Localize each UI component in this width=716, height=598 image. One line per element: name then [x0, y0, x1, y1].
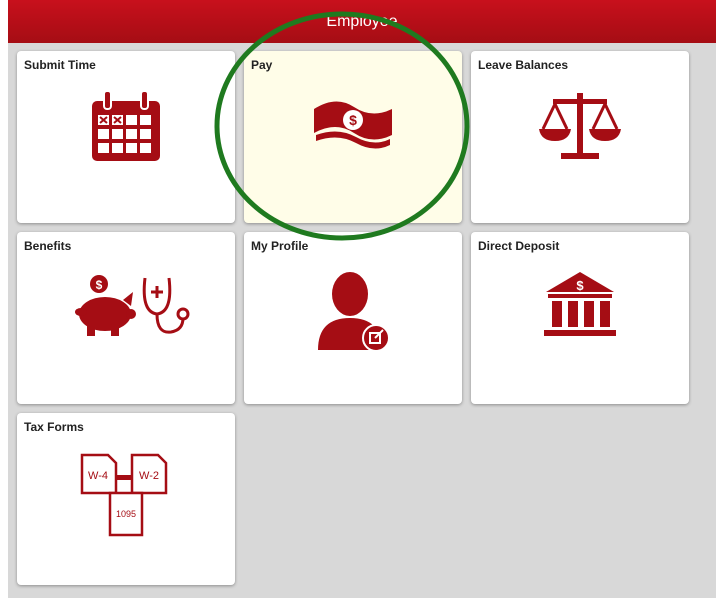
tile-title: Direct Deposit	[478, 239, 560, 253]
piggy-bank-stethoscope-icon: $	[75, 275, 190, 336]
bank-icon: $	[544, 272, 616, 336]
tile-title: My Profile	[251, 239, 309, 253]
tile-tax-forms[interactable]: Tax Forms W-4 W-2 1095	[17, 413, 235, 585]
tile-pay[interactable]: Pay $	[244, 51, 462, 223]
tile-benefits[interactable]: Benefits $	[17, 232, 235, 404]
svg-text:$: $	[96, 278, 103, 292]
tile-title: Tax Forms	[24, 420, 84, 434]
tile-title: Submit Time	[24, 58, 96, 72]
tile-direct-deposit[interactable]: Direct Deposit $	[471, 232, 689, 404]
page-title: Employee	[326, 13, 398, 30]
tax-form-1095-label: 1095	[116, 509, 136, 519]
tile-submit-time[interactable]: Submit Time	[17, 51, 235, 223]
money-icon: $	[314, 101, 392, 149]
tax-form-w2-label: W-2	[139, 470, 159, 482]
tile-title: Benefits	[24, 239, 72, 253]
person-icon	[318, 272, 390, 352]
svg-text:$: $	[349, 112, 357, 128]
tax-forms-icon: W-4 W-2 1095	[80, 453, 168, 537]
tile-my-profile[interactable]: My Profile	[244, 232, 462, 404]
scales-icon	[539, 93, 621, 159]
tile-leave-balances[interactable]: Leave Balances	[471, 51, 689, 223]
svg-text:$: $	[576, 278, 584, 293]
tile-title: Leave Balances	[478, 58, 569, 72]
calendar-icon	[92, 90, 160, 161]
tile-title: Pay	[251, 58, 273, 72]
tax-form-w4-label: W-4	[88, 470, 108, 482]
page-header: Employee	[8, 0, 716, 43]
